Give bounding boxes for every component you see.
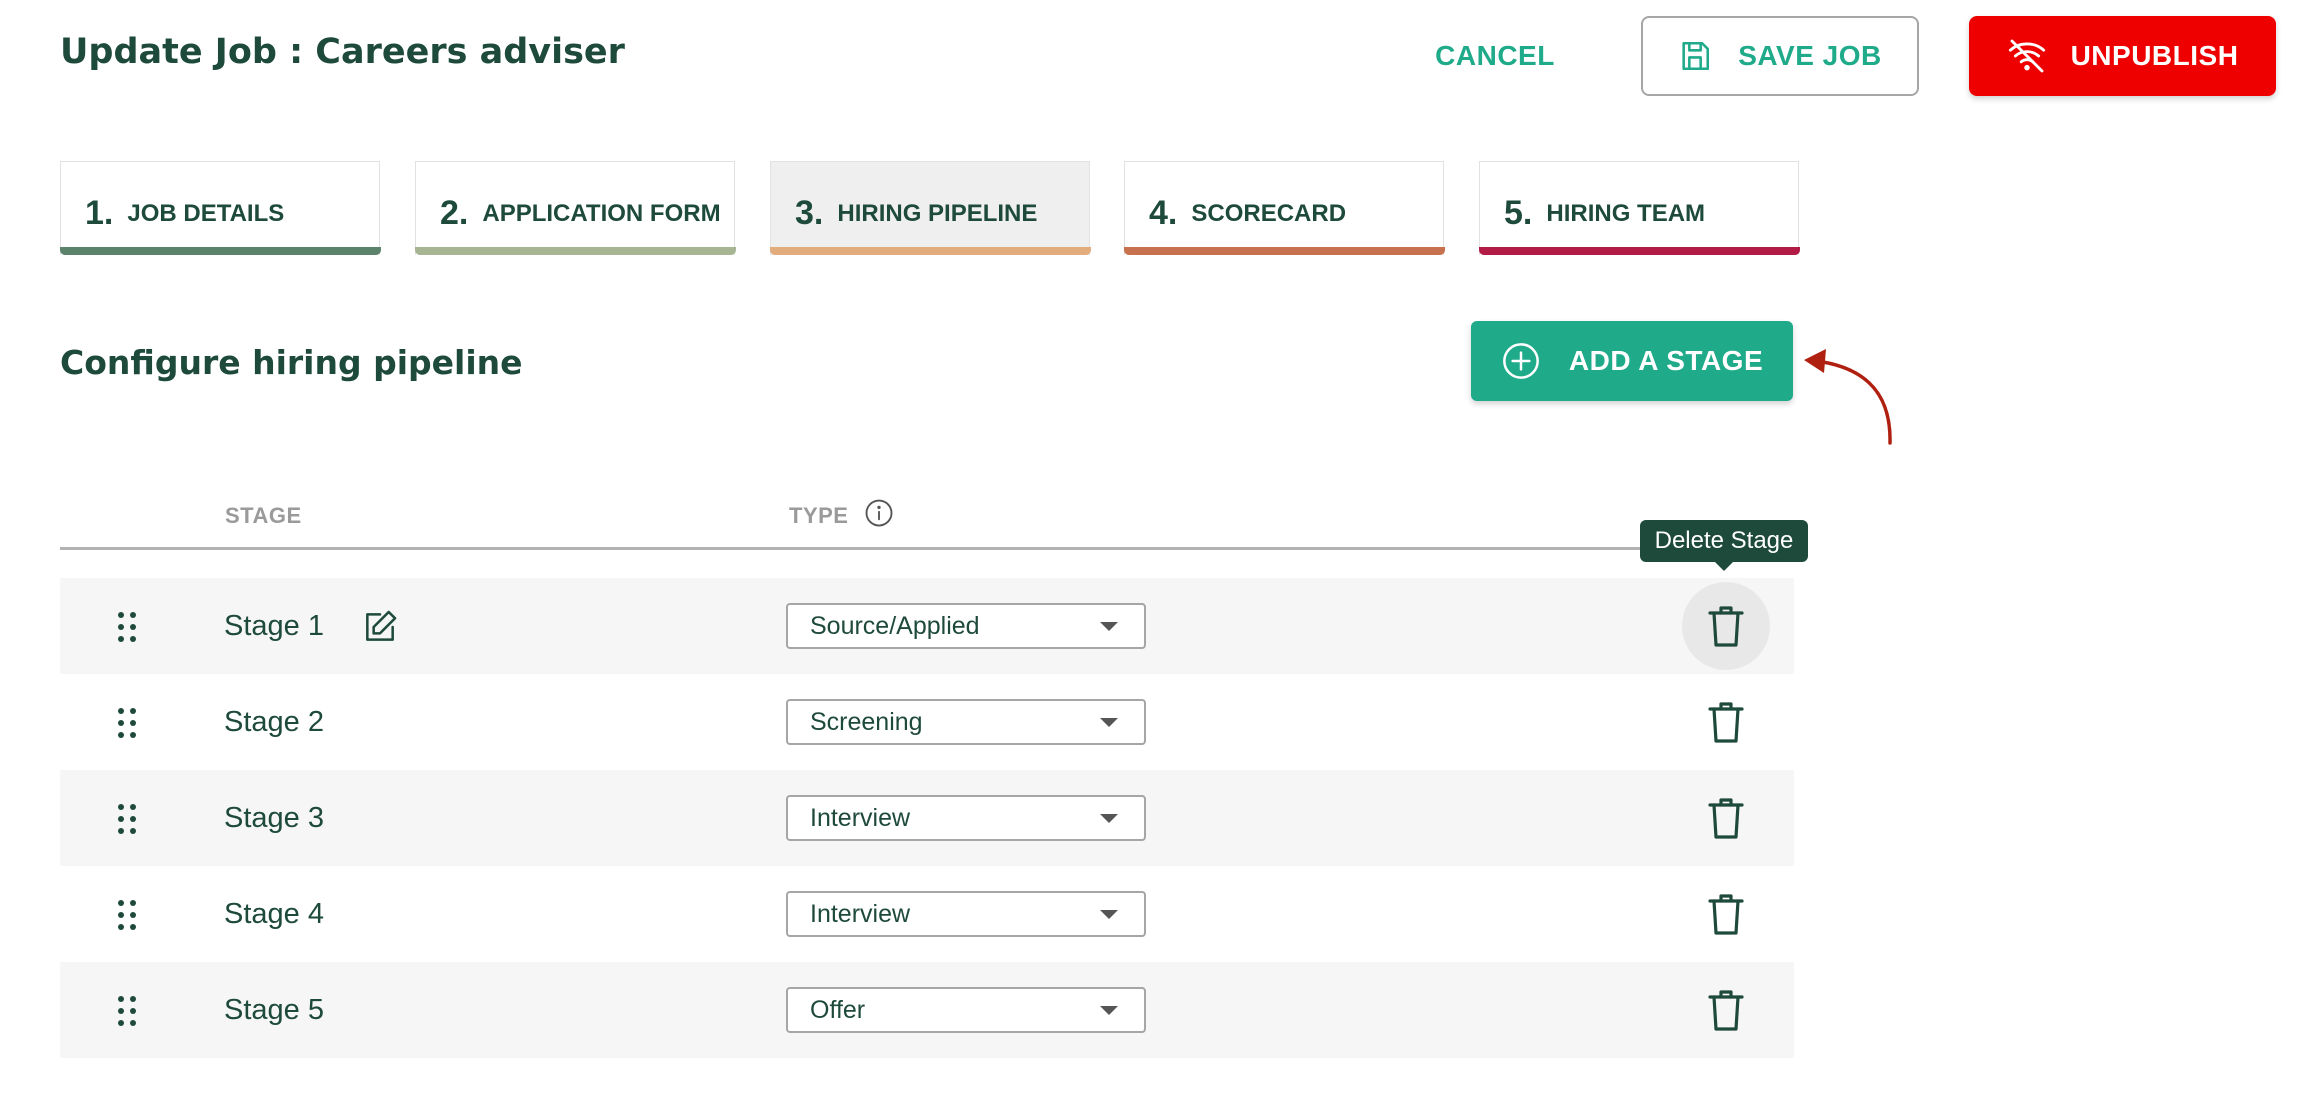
drag-handle-icon[interactable] <box>115 706 139 740</box>
save-job-button[interactable]: SAVE JOB <box>1641 16 1919 96</box>
stage-type-select[interactable]: Interview <box>786 795 1146 841</box>
tab-hiring-team[interactable]: 5. HIRING TEAM <box>1478 161 1800 255</box>
trash-icon <box>1706 700 1746 744</box>
chevron-down-icon <box>1100 814 1118 823</box>
cancel-button[interactable]: CANCEL <box>1420 16 1570 96</box>
stage-type-select[interactable]: Interview <box>786 891 1146 937</box>
tooltip-pointer <box>1715 562 1733 571</box>
drag-handle-icon[interactable] <box>115 610 139 644</box>
page-title: Update Job : Careers adviser <box>60 32 625 72</box>
tab-scorecard[interactable]: 4. SCORECARD <box>1123 161 1445 255</box>
stage-name: Stage 2 <box>224 706 324 738</box>
chevron-down-icon <box>1100 718 1118 727</box>
tab-job-details[interactable]: 1. JOB DETAILS <box>59 161 381 255</box>
tooltip-text: Delete Stage <box>1654 527 1794 554</box>
stage-type-value: Interview <box>810 900 911 928</box>
stage-column-header: STAGE <box>225 503 302 528</box>
stage-type-select[interactable]: Source/Applied <box>786 603 1146 649</box>
trash-icon <box>1706 988 1746 1032</box>
tab-label: JOB DETAILS <box>127 199 285 227</box>
unpublish-button-label: UNPUBLISH <box>2070 40 2239 71</box>
tab-label: HIRING TEAM <box>1546 199 1706 227</box>
stage-type-select[interactable]: Screening <box>786 699 1146 745</box>
section-title: Configure hiring pipeline <box>60 343 523 382</box>
stage-name: Stage 3 <box>224 802 324 834</box>
unpublish-button[interactable]: UNPUBLISH <box>1969 16 2276 96</box>
add-stage-button-label: ADD A STAGE <box>1568 345 1764 376</box>
stage-type-select[interactable]: Offer <box>786 987 1146 1033</box>
tab-number: 4. <box>1149 194 1178 232</box>
stage-type-value: Source/Applied <box>810 612 980 640</box>
tab-label: SCORECARD <box>1191 199 1347 227</box>
trash-icon <box>1706 892 1746 936</box>
save-job-button-label: SAVE JOB <box>1738 40 1882 71</box>
stage-row: Stage 4 Interview <box>60 866 1794 962</box>
delete-stage-button[interactable] <box>1682 870 1770 958</box>
trash-icon <box>1706 796 1746 840</box>
tab-indicator <box>1478 247 1800 255</box>
floppy-disk-icon <box>1678 39 1712 73</box>
stage-name: Stage 5 <box>224 994 324 1026</box>
tab-application-form[interactable]: 2. APPLICATION FORM <box>414 161 736 255</box>
drag-handle-icon[interactable] <box>115 994 139 1028</box>
add-stage-button[interactable]: ADD A STAGE <box>1471 321 1793 401</box>
drag-handle-icon[interactable] <box>115 898 139 932</box>
delete-stage-button[interactable] <box>1682 774 1770 862</box>
stage-name: Stage 1 <box>224 610 324 642</box>
edit-icon[interactable] <box>361 608 399 646</box>
table-header-divider <box>60 547 1794 550</box>
stage-type-value: Interview <box>810 804 911 832</box>
stage-type-value: Offer <box>810 996 866 1024</box>
cancel-button-label: CANCEL <box>1435 40 1555 71</box>
stage-row: Stage 5 Offer <box>60 962 1794 1058</box>
chevron-down-icon <box>1100 622 1118 631</box>
stage-name: Stage 4 <box>224 898 324 930</box>
tab-indicator <box>1123 247 1445 255</box>
delete-stage-tooltip: Delete Stage <box>1640 520 1808 571</box>
tab-number: 2. <box>440 194 469 232</box>
delete-stage-button[interactable] <box>1682 966 1770 1054</box>
chevron-down-icon <box>1100 1006 1118 1015</box>
stage-type-value: Screening <box>810 708 923 736</box>
tab-label: HIRING PIPELINE <box>837 199 1038 227</box>
type-column-header: TYPE <box>789 503 849 528</box>
stage-row: Stage 1 Source/Applied <box>60 578 1794 674</box>
tab-indicator <box>59 247 381 255</box>
tab-indicator <box>769 247 1091 255</box>
delete-stage-button[interactable] <box>1682 678 1770 766</box>
tab-number: 3. <box>795 194 824 232</box>
stage-row: Stage 3 Interview <box>60 770 1794 866</box>
info-icon[interactable] <box>864 498 894 528</box>
tab-hiring-pipeline[interactable]: 3. HIRING PIPELINE <box>769 161 1091 255</box>
chevron-down-icon <box>1100 910 1118 919</box>
wifi-off-icon <box>2007 36 2047 76</box>
trash-icon <box>1706 604 1746 648</box>
curved-arrow-icon <box>1790 340 1900 454</box>
drag-handle-icon[interactable] <box>115 802 139 836</box>
plus-circle-icon <box>1501 341 1541 381</box>
tab-number: 1. <box>85 194 114 232</box>
stage-row: Stage 2 Screening <box>60 674 1794 770</box>
tab-number: 5. <box>1504 194 1533 232</box>
tab-label: APPLICATION FORM <box>482 199 721 227</box>
tab-indicator <box>414 247 736 255</box>
delete-stage-button[interactable] <box>1682 582 1770 670</box>
